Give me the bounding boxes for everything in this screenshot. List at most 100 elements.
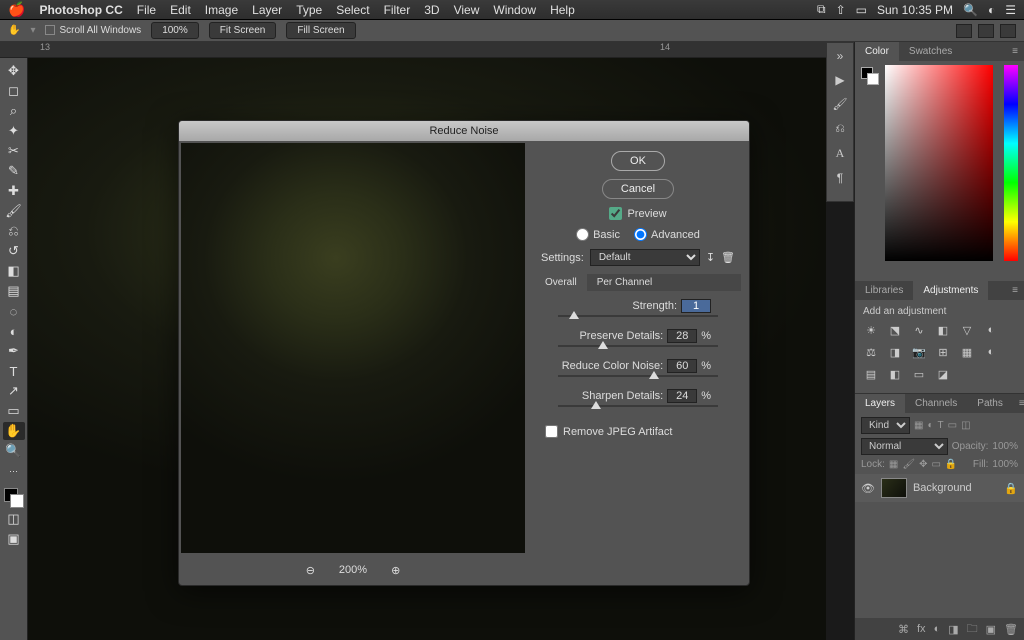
fit-screen-button[interactable]: Fit Screen <box>209 22 277 39</box>
path-tool-icon[interactable]: ↗ <box>3 382 25 400</box>
fg-bg-swatch[interactable] <box>4 488 24 508</box>
notification-icon[interactable]: ☰ <box>1005 3 1016 17</box>
menu-edit[interactable]: Edit <box>170 3 191 17</box>
menu-type[interactable]: Type <box>296 3 322 17</box>
tab-channels[interactable]: Channels <box>905 394 967 413</box>
shape-tool-icon[interactable]: ▭ <box>3 402 25 420</box>
tab-color[interactable]: Color <box>855 42 899 61</box>
hue-sat-icon[interactable]: ◐ <box>983 323 999 337</box>
workspace-btn-3[interactable] <box>1000 24 1016 38</box>
gradient-tool-icon[interactable]: ▤ <box>3 282 25 300</box>
more-tools-icon[interactable]: ⋯ <box>3 462 25 480</box>
spotlight-icon[interactable]: 🔍 <box>963 3 978 17</box>
basic-radio[interactable] <box>576 228 589 241</box>
panel-menu-icon[interactable]: ≡ <box>1013 394 1024 413</box>
zoom-in-icon[interactable]: ⊕ <box>391 564 400 577</box>
hand-tool-icon[interactable]: ✋ <box>8 25 20 36</box>
brush-tool-icon[interactable]: 🖌 <box>3 202 25 220</box>
clock[interactable]: Sun 10:35 PM <box>877 3 953 17</box>
gradient-map-icon[interactable]: ▭ <box>911 367 927 381</box>
fill-screen-button[interactable]: Fill Screen <box>286 22 355 39</box>
layer-row-background[interactable]: 👁 Background 🔒 <box>855 474 1024 502</box>
menu-view[interactable]: View <box>454 3 480 17</box>
brightness-icon[interactable]: ☀ <box>863 323 879 337</box>
dropbox-icon[interactable]: ⧉ <box>817 2 826 17</box>
subtab-perchannel[interactable]: Per Channel <box>587 274 663 291</box>
marquee-tool-icon[interactable]: ◻ <box>3 82 25 100</box>
hue-slider[interactable] <box>1004 65 1018 261</box>
filter-shape-icon[interactable]: ▭ <box>948 420 957 431</box>
color-swatch-pair[interactable] <box>861 67 879 85</box>
photo-filter-icon[interactable]: 📷 <box>911 345 927 359</box>
filter-adj-icon[interactable]: ◐ <box>927 420 933 431</box>
expand-dock-icon[interactable]: » <box>837 49 844 63</box>
save-settings-icon[interactable]: ↧ <box>706 251 715 264</box>
lock-all-icon[interactable]: 🔒 <box>945 459 957 470</box>
preserve-slider[interactable] <box>558 345 718 347</box>
opacity-value[interactable]: 100% <box>992 441 1018 452</box>
menu-select[interactable]: Select <box>336 3 369 17</box>
exposure-icon[interactable]: ◧ <box>935 323 951 337</box>
blur-tool-icon[interactable]: ◌ <box>3 302 25 320</box>
link-icon[interactable]: ⌘ <box>898 623 909 636</box>
lock-artboard-icon[interactable]: ▭ <box>931 459 940 470</box>
siri-icon[interactable]: ◐ <box>988 3 995 17</box>
apple-icon[interactable]: 🍎 <box>8 1 25 18</box>
tab-swatches[interactable]: Swatches <box>899 42 962 61</box>
invert-icon[interactable]: ◐ <box>983 345 999 359</box>
menu-filter[interactable]: Filter <box>384 3 411 17</box>
quickmask-icon[interactable]: ◫ <box>3 510 25 528</box>
zoom-tool-icon[interactable]: 🔍 <box>3 442 25 460</box>
eye-icon[interactable]: 👁 <box>861 482 875 495</box>
crop-tool-icon[interactable]: ✂ <box>3 142 25 160</box>
remove-jpeg-checkbox[interactable] <box>545 425 558 438</box>
workspace-btn-1[interactable] <box>956 24 972 38</box>
menu-file[interactable]: File <box>137 3 156 17</box>
color-balance-icon[interactable]: ⚖ <box>863 345 879 359</box>
lasso-tool-icon[interactable]: ⌕ <box>3 102 25 120</box>
lock-transparent-icon[interactable]: ▦ <box>889 459 898 470</box>
screenmode-icon[interactable]: ▣ <box>3 530 25 548</box>
threshold-icon[interactable]: ◧ <box>887 367 903 381</box>
menu-3d[interactable]: 3D <box>424 3 439 17</box>
strength-value[interactable]: 1 <box>681 299 711 313</box>
menu-layer[interactable]: Layer <box>252 3 282 17</box>
lock-position-icon[interactable]: ✥ <box>919 459 927 470</box>
channel-mixer-icon[interactable]: ⊞ <box>935 345 951 359</box>
play-icon[interactable]: ▶ <box>835 73 844 87</box>
preserve-value[interactable]: 28 <box>667 329 697 343</box>
menu-window[interactable]: Window <box>493 3 536 17</box>
clone-panel-icon[interactable]: ⎌ <box>835 121 845 136</box>
eraser-tool-icon[interactable]: ◧ <box>3 262 25 280</box>
lock-brush-icon[interactable]: 🖌 <box>902 459 915 470</box>
layer-thumbnail[interactable] <box>881 478 907 498</box>
dodge-tool-icon[interactable]: ◐ <box>3 322 25 340</box>
tab-libraries[interactable]: Libraries <box>855 281 913 300</box>
levels-icon[interactable]: ⬔ <box>887 323 903 337</box>
blend-mode-select[interactable]: Normal <box>861 438 948 455</box>
color-field[interactable] <box>885 65 993 261</box>
pen-tool-icon[interactable]: ✒ <box>3 342 25 360</box>
settings-select[interactable]: Default <box>590 249 700 266</box>
trash-icon[interactable]: 🗑 <box>1004 623 1018 636</box>
panel-menu-icon[interactable]: ≡ <box>1006 42 1024 61</box>
curves-icon[interactable]: ∿ <box>911 323 927 337</box>
panel-menu-icon[interactable]: ≡ <box>1006 281 1024 300</box>
ok-button[interactable]: OK <box>611 151 665 171</box>
new-fill-icon[interactable]: ◨ <box>948 623 958 636</box>
wifi-icon[interactable]: ⇧ <box>836 3 846 17</box>
delete-settings-icon[interactable]: 🗑 <box>721 251 735 264</box>
tab-adjustments[interactable]: Adjustments <box>913 281 988 300</box>
new-group-icon[interactable]: 🗀 <box>967 620 978 639</box>
fill-value[interactable]: 100% <box>992 459 1018 470</box>
scroll-all-checkbox[interactable] <box>45 25 55 35</box>
lut-icon[interactable]: ▦ <box>959 345 975 359</box>
posterize-icon[interactable]: ▤ <box>863 367 879 381</box>
move-tool-icon[interactable]: ✥ <box>3 62 25 80</box>
new-layer-icon[interactable]: ▣ <box>986 623 996 636</box>
tab-layers[interactable]: Layers <box>855 394 905 413</box>
stamp-tool-icon[interactable]: ⎌ <box>3 222 25 240</box>
app-name[interactable]: Photoshop CC <box>39 3 122 17</box>
filter-kind-select[interactable]: Kind <box>861 417 910 434</box>
menu-image[interactable]: Image <box>205 3 238 17</box>
